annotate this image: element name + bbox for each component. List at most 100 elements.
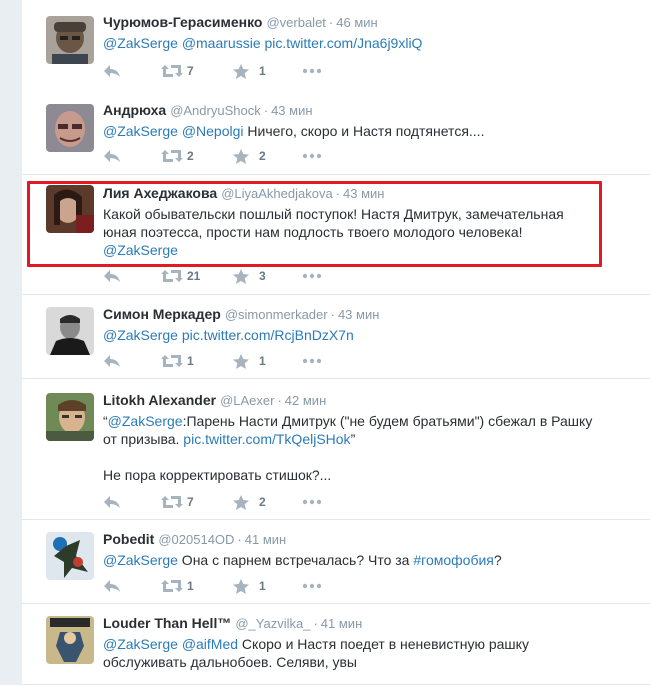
tweet-username[interactable]: @AndryuShock bbox=[170, 103, 261, 118]
mention-link[interactable]: @ZakSerge bbox=[108, 413, 183, 429]
mention-link[interactable]: @maarussie bbox=[182, 35, 261, 51]
star-icon bbox=[233, 495, 249, 510]
tweet-fullname[interactable]: Louder Than Hell™ bbox=[103, 615, 231, 631]
tweet-text: @ZakSerge Она с парнем встречалась? Что … bbox=[103, 551, 630, 569]
retweet-icon bbox=[161, 496, 183, 508]
pic-link[interactable]: pic.twitter.com/RcjBnDzX7n bbox=[182, 327, 354, 343]
tweet-content: Чурюмов-Герасименко @verbalet · 46 мин @Zak… bbox=[103, 13, 630, 52]
reply-icon bbox=[104, 496, 120, 508]
highlight-box bbox=[27, 181, 602, 267]
tweet-header: Louder Than Hell™ @_Yazvilka_ · 41 мин bbox=[103, 614, 630, 634]
retweet-count: 1 bbox=[187, 354, 194, 368]
separator-dot: · bbox=[313, 616, 318, 631]
tweet-header: Андрюха @AndryuShock · 43 мин bbox=[103, 101, 630, 121]
tweet-header: Pobedit @020514OD · 41 мин bbox=[103, 530, 630, 550]
mention-link[interactable]: @aifMed bbox=[182, 636, 238, 652]
tweet[interactable]: Litokh Alexander @LAexer · 42 мин “@ZakSerg… bbox=[22, 379, 650, 520]
tweet-fullname[interactable]: Litokh Alexander bbox=[103, 392, 216, 408]
tweet[interactable]: Чурюмов-Герасименко @verbalet · 46 мин @Zak… bbox=[22, 0, 650, 89]
tweet-username[interactable]: @_Yazvilka_ bbox=[235, 616, 310, 631]
tweet[interactable]: Симон Меркадер @simonmerkader · 43 мин @Zak… bbox=[22, 295, 650, 379]
tweet-fullname[interactable]: Симон Меркадер bbox=[103, 306, 221, 322]
favorite-count: 1 bbox=[259, 354, 266, 368]
favorite-count: 2 bbox=[259, 149, 266, 163]
tweet-timestamp[interactable]: 43 мин bbox=[271, 103, 312, 118]
tweet-text: @ZakSerge @aifMed Скоро и Настя поедет в… bbox=[103, 635, 630, 671]
mention-link[interactable]: @ZakSerge bbox=[103, 123, 178, 139]
tweet-timestamp[interactable]: 42 мин bbox=[285, 393, 326, 408]
avatar[interactable] bbox=[46, 307, 94, 355]
tweet-username[interactable]: @simonmerkader bbox=[225, 307, 328, 322]
reply-icon bbox=[104, 355, 120, 367]
avatar[interactable] bbox=[46, 532, 94, 580]
separator-dot: · bbox=[237, 532, 242, 547]
star-icon bbox=[233, 579, 249, 594]
avatar[interactable] bbox=[46, 16, 94, 64]
pic-link[interactable]: pic.twitter.com/Jna6j9xliQ bbox=[265, 35, 423, 51]
tweet-text: @ZakSerge @maarussie pic.twitter.com/Jna… bbox=[103, 34, 630, 52]
reply-icon bbox=[104, 270, 120, 282]
more-icon bbox=[302, 358, 322, 364]
hashtag-link[interactable]: #гомофобия bbox=[413, 552, 494, 568]
tweet-timestamp[interactable]: 41 мин bbox=[245, 532, 286, 547]
tweet-header: Litokh Alexander @LAexer · 42 мин bbox=[103, 391, 630, 411]
retweet-count: 1 bbox=[187, 579, 194, 593]
favorite-count: 3 bbox=[259, 269, 266, 283]
tweet-fullname[interactable]: Андрюха bbox=[103, 102, 166, 118]
mention-link[interactable]: @ZakSerge bbox=[103, 636, 178, 652]
more-icon bbox=[302, 68, 322, 74]
tweet-content: Louder Than Hell™ @_Yazvilka_ · 41 мин @Zak… bbox=[103, 614, 630, 671]
favorite-count: 2 bbox=[259, 495, 266, 509]
reply-icon bbox=[104, 65, 120, 77]
retweet-icon bbox=[161, 270, 183, 282]
mention-link[interactable]: @Nepolgi bbox=[182, 123, 244, 139]
star-icon bbox=[233, 269, 249, 284]
tweet-timestamp[interactable]: 46 мин bbox=[336, 15, 377, 30]
tweet-username[interactable]: @020514OD bbox=[158, 532, 234, 547]
avatar[interactable] bbox=[46, 104, 94, 152]
star-icon bbox=[233, 354, 249, 369]
tweet-content: Симон Меркадер @simonmerkader · 43 мин @Zak… bbox=[103, 305, 630, 344]
retweet-count: 21 bbox=[187, 269, 201, 283]
mention-link[interactable]: @ZakSerge bbox=[103, 35, 178, 51]
tweet-text: @ZakSerge @Nepolgi Ничего, скоро и Настя… bbox=[103, 122, 630, 140]
tweet-timestamp[interactable]: 41 мин bbox=[321, 616, 362, 631]
retweet-count: 7 bbox=[187, 64, 194, 78]
avatar[interactable] bbox=[46, 393, 94, 441]
star-icon bbox=[233, 64, 249, 79]
more-icon bbox=[302, 583, 322, 589]
separator-dot: · bbox=[263, 103, 269, 118]
tweet-timestamp[interactable]: 43 мин bbox=[338, 307, 379, 322]
timeline: Чурюмов-Герасименко @verbalet · 46 мин @Zak… bbox=[0, 0, 650, 685]
mention-link[interactable]: @ZakSerge bbox=[103, 552, 178, 568]
reply-icon bbox=[104, 150, 120, 162]
favorite-count: 1 bbox=[259, 64, 266, 78]
retweet-icon bbox=[161, 580, 183, 592]
tweet-header: Симон Меркадер @simonmerkader · 43 мин bbox=[103, 305, 630, 325]
reply-icon bbox=[104, 580, 120, 592]
tweet-username[interactable]: @verbalet bbox=[266, 15, 325, 30]
tweet[interactable]: Louder Than Hell™ @_Yazvilka_ · 41 мин @Zak… bbox=[22, 604, 650, 685]
tweet[interactable]: Андрюха @AndryuShock · 43 мин @ZakSerge @Ne… bbox=[22, 88, 650, 175]
more-icon bbox=[302, 499, 322, 505]
mention-link[interactable]: @ZakSerge bbox=[103, 327, 178, 343]
star-icon bbox=[233, 149, 249, 164]
tweet-content: Андрюха @AndryuShock · 43 мин @ZakSerge @Ne… bbox=[103, 101, 630, 140]
tweet[interactable]: Pobedit @020514OD · 41 мин @ZakSerge Она с … bbox=[22, 520, 650, 604]
tweet-text: “@ZakSerge:Парень Насти Дмитрук ("не буд… bbox=[103, 412, 630, 484]
retweet-count: 7 bbox=[187, 495, 194, 509]
tweet-content: Litokh Alexander @LAexer · 42 мин “@ZakSerg… bbox=[103, 391, 630, 484]
tweet-content: Pobedit @020514OD · 41 мин @ZakSerge Она с … bbox=[103, 530, 630, 569]
separator-dot: · bbox=[328, 15, 334, 30]
tweet-fullname[interactable]: Pobedit bbox=[103, 531, 154, 547]
tweet-fullname[interactable]: Чурюмов-Герасименко bbox=[103, 14, 262, 30]
tweet-text: @ZakSerge pic.twitter.com/RcjBnDzX7n bbox=[103, 326, 630, 344]
retweet-icon bbox=[161, 355, 183, 367]
pic-link[interactable]: pic.twitter.com/TkQeljSHok bbox=[183, 431, 350, 447]
more-icon bbox=[302, 273, 322, 279]
retweet-icon bbox=[161, 65, 183, 77]
more-icon bbox=[302, 153, 322, 159]
favorite-count: 1 bbox=[259, 579, 266, 593]
tweet-username[interactable]: @LAexer bbox=[220, 393, 274, 408]
avatar[interactable] bbox=[46, 616, 94, 664]
